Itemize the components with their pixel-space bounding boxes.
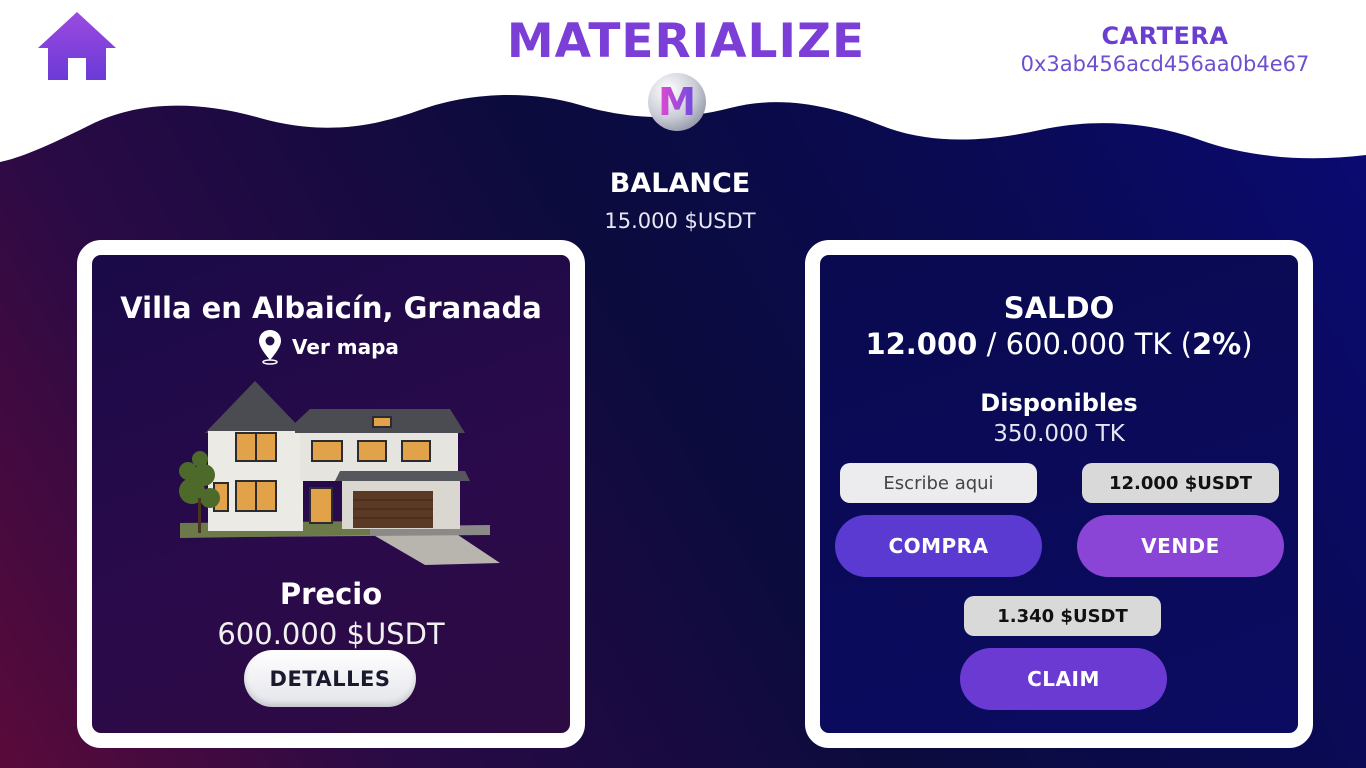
buy-button[interactable]: COMPRA — [835, 515, 1042, 577]
balance-value: 15.000 $USDT — [604, 209, 756, 233]
saldo-percent: 2% — [1191, 327, 1242, 361]
view-map-link[interactable]: Ver mapa — [258, 327, 399, 367]
saldo-separator: / — [977, 327, 1006, 361]
view-map-label: Ver mapa — [292, 335, 399, 359]
home-icon — [38, 12, 116, 80]
saldo-label: SALDO — [1003, 291, 1115, 325]
wallet-address[interactable]: 0x3ab456acd456aa0b4e67 — [1000, 52, 1330, 76]
wallet-label: CARTERA — [1101, 22, 1229, 50]
claim-button[interactable]: CLAIM — [960, 648, 1167, 710]
amount-input[interactable] — [840, 463, 1037, 503]
saldo-close: ) — [1241, 327, 1253, 361]
saldo-line: 12.000 / 600.000 TK (2%) — [820, 327, 1298, 361]
map-pin-icon — [259, 330, 281, 365]
wallet-info: CARTERA 0x3ab456acd456aa0b4e67 — [1000, 22, 1330, 76]
available-label: Disponibles — [980, 389, 1138, 417]
property-card: Villa en Albaicín, Granada Ver mapa Prec… — [77, 240, 585, 748]
claim-amount: 1.340 $USDT — [964, 596, 1161, 636]
trade-card: SALDO 12.000 / 600.000 TK (2%) Disponibl… — [805, 240, 1313, 748]
available-value: 350.000 TK — [993, 421, 1125, 447]
quote-value: 12.000 $USDT — [1082, 463, 1279, 503]
property-image — [179, 381, 500, 565]
property-title: Villa en Albaicín, Granada — [120, 291, 542, 325]
brand-logo: M — [647, 72, 707, 132]
balance-section: BALANCE 15.000 $USDT — [530, 168, 830, 233]
saldo-total: 600.000 TK ( — [1005, 327, 1192, 361]
sell-button[interactable]: VENDE — [1077, 515, 1284, 577]
saldo-owned: 12.000 — [865, 327, 978, 361]
price-value: 600.000 $USDT — [217, 617, 445, 651]
brand-title: MATERIALIZE — [506, 14, 866, 69]
logo-letter: M — [658, 80, 696, 124]
home-button[interactable] — [36, 10, 118, 82]
price-label: Precio — [279, 577, 383, 611]
balance-label: BALANCE — [609, 168, 751, 199]
details-button[interactable]: DETALLES — [244, 650, 416, 707]
